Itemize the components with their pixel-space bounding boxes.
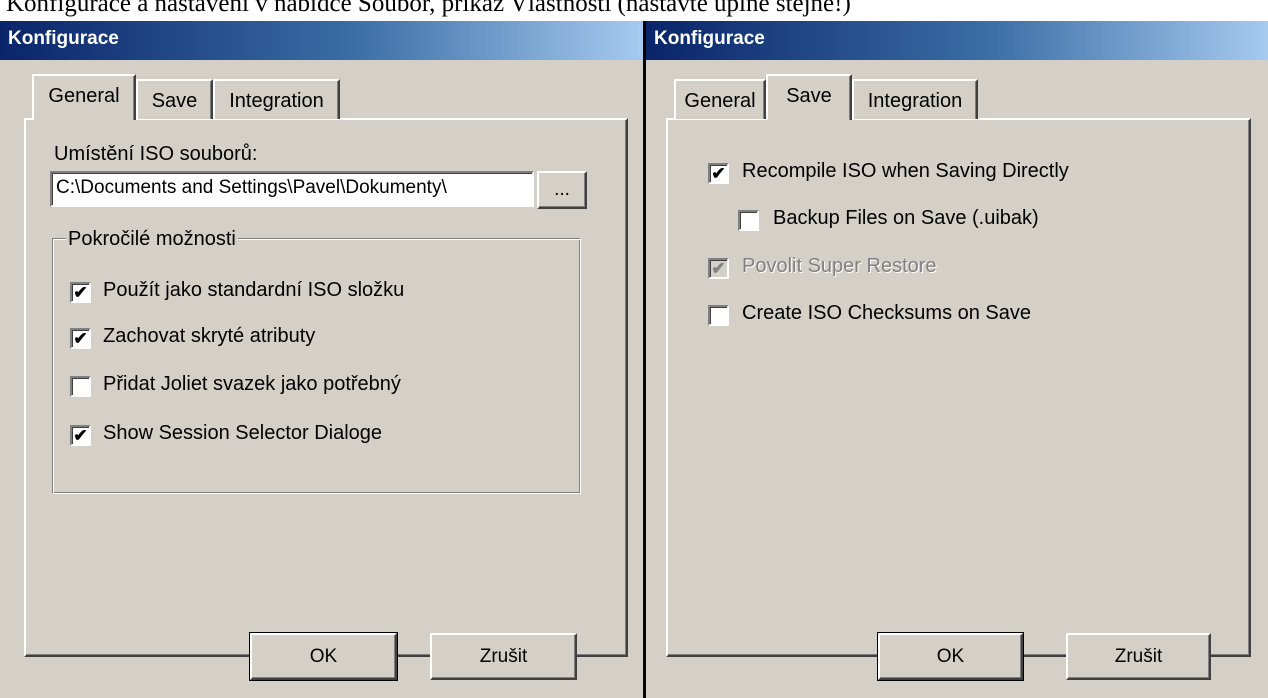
caption: Konfigurace a nastavení v nabídce Soubor… [6,0,851,17]
option-checkbox[interactable]: ✔ [708,258,729,279]
tab-save[interactable]: Save [136,79,213,119]
option-label: Backup Files on Save (.uibak) [773,207,1039,229]
option-label: Zachovat skryté atributy [103,325,316,347]
tab-save[interactable]: Save [766,74,852,120]
tab-general[interactable]: General [674,79,766,119]
option-label: Použít jako standardní ISO složku [103,279,405,301]
title-bar[interactable]: Konfigurace [646,21,1268,60]
dialog-title: Konfigurace [654,28,765,49]
advanced-options-group [52,238,581,494]
cancel-button[interactable]: Zrušit [1066,633,1211,680]
ok-button[interactable]: OK [877,632,1024,681]
option-label: Recompile ISO when Saving Directly [742,160,1069,182]
option-checkbox[interactable] [738,210,759,231]
option-checkbox[interactable]: ✔ [70,425,91,446]
tab-panel [666,118,1251,657]
location-label: Umístění ISO souborů: [54,143,258,165]
config-dialog-general: Konfigurace General Save Integration Umí… [0,21,643,698]
browse-button[interactable]: ... [537,171,587,209]
config-dialog-save: Konfigurace General Save Integration ✔ R… [646,21,1268,698]
option-checkbox[interactable] [708,305,729,326]
cancel-button[interactable]: Zrušit [430,633,577,680]
group-label: Pokročilé možnosti [66,228,238,251]
tab-integration[interactable]: Integration [213,79,340,119]
option-label: Show Session Selector Dialoge [103,422,383,444]
option-checkbox[interactable] [70,376,91,397]
ok-button[interactable]: OK [249,632,398,681]
dialog-title: Konfigurace [8,28,119,49]
title-bar[interactable]: Konfigurace [0,21,643,60]
location-input[interactable]: C:\Documents and Settings\Pavel\Dokument… [50,171,534,207]
option-checkbox[interactable]: ✔ [70,282,91,303]
tab-general[interactable]: General [32,74,136,120]
option-label: Create ISO Checksums on Save [742,302,1032,324]
option-checkbox[interactable]: ✔ [70,328,91,349]
tab-integration[interactable]: Integration [852,79,978,119]
option-label: Přidat Joliet svazek jako potřebný [103,373,401,395]
option-label: Povolit Super Restore [742,255,937,277]
option-checkbox[interactable]: ✔ [708,163,729,184]
